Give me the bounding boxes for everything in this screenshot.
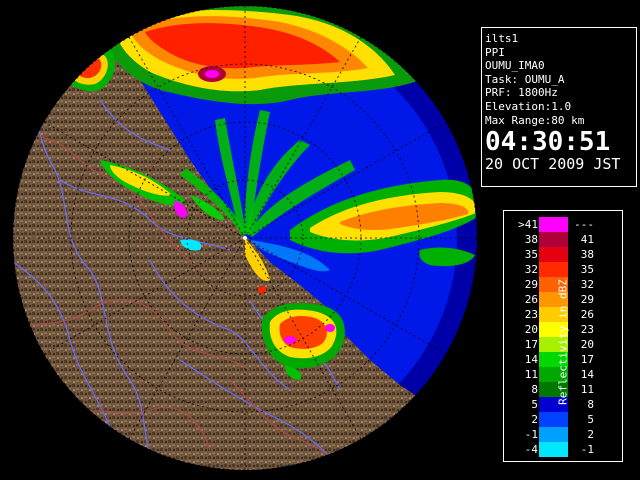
legend-high-value: 17 xyxy=(580,353,594,366)
legend-high-value: 26 xyxy=(580,308,594,321)
legend-low-value: -4 xyxy=(524,443,538,456)
legend-low-value: 17 xyxy=(524,338,538,351)
legend-low-value: 8 xyxy=(531,383,538,396)
legend-low-value: 20 xyxy=(524,323,538,336)
legend-high-value: 23 xyxy=(580,323,594,336)
legend-low-value: 11 xyxy=(524,368,538,381)
info-prf: PRF: 1800Hz xyxy=(485,86,558,100)
info-elevation: Elevation:1.0 xyxy=(485,99,572,113)
legend-high-value: 41 xyxy=(580,233,594,246)
legend-high-value: 20 xyxy=(580,338,594,351)
legend-low-value: 38 xyxy=(524,233,538,246)
info-date: 20 OCT 2009 JST xyxy=(485,155,621,174)
legend-high-value: -1 xyxy=(580,443,594,456)
legend-low-value: -1 xyxy=(524,428,538,441)
radar-site-marker xyxy=(243,236,247,240)
legend-low-value: >41 xyxy=(518,218,538,231)
legend-high-value: 32 xyxy=(580,278,594,291)
legend-low-value: 14 xyxy=(524,353,538,366)
info-time: 04:30:51 xyxy=(485,127,611,158)
legend-row: >41 --- xyxy=(504,217,624,232)
legend-low-value: 2 xyxy=(531,413,538,426)
legend-high-value: 2 xyxy=(587,428,594,441)
info-radar-id: ilts1 xyxy=(485,32,519,45)
legend-low-value: 29 xyxy=(524,278,538,291)
info-task: Task: OUMU_A xyxy=(485,72,565,86)
radar-info-panel: ilts1 PPI OUMU_IMA0 Task: OUMU_A PRF: 18… xyxy=(481,27,637,187)
legend-high-value: 29 xyxy=(580,293,594,306)
legend-high-value: 5 xyxy=(587,413,594,426)
legend-high-value: 11 xyxy=(580,383,594,396)
info-station: OUMU_IMA0 xyxy=(485,59,545,73)
legend-low-value: 23 xyxy=(524,308,538,321)
legend-high-value: 35 xyxy=(580,263,594,276)
legend-high-value: --- xyxy=(574,218,594,231)
info-max-range: Max Range:80 km xyxy=(485,113,585,127)
legend-title: Reflectivity in dBZ xyxy=(556,279,570,405)
radar-ppi-display xyxy=(12,5,478,471)
legend-low-value: 35 xyxy=(524,248,538,261)
legend-low-value: 5 xyxy=(531,398,538,411)
legend-high-value: 38 xyxy=(580,248,594,261)
legend-high-value: 8 xyxy=(587,398,594,411)
legend-high-value: 14 xyxy=(580,368,594,381)
legend-low-value: 32 xyxy=(524,263,538,276)
legend-swatch xyxy=(539,217,568,232)
info-scan-type: PPI xyxy=(485,45,505,59)
legend-low-value: 26 xyxy=(524,293,538,306)
